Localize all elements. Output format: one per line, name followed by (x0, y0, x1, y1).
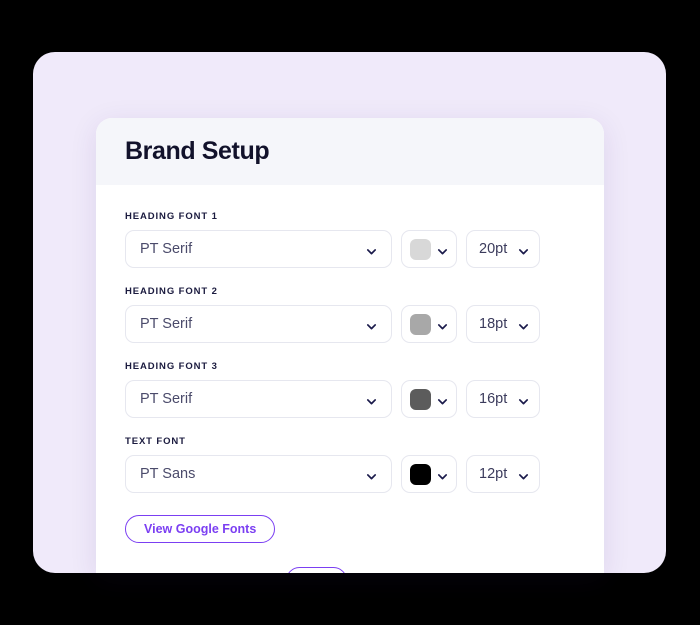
chevron-down-icon (518, 319, 529, 330)
font-family-value: PT Serif (140, 391, 193, 407)
font-size-select-heading-font-1[interactable]: 20pt (466, 230, 540, 268)
chevron-down-icon (437, 319, 448, 330)
field-group-heading-font-3: HEADING FONT 3 PT Serif 16pt (125, 361, 575, 418)
color-swatch (410, 463, 431, 485)
font-size-value: 12pt (479, 466, 508, 482)
field-group-text-font: TEXT FONT PT Sans 12pt (125, 436, 575, 493)
color-swatch (410, 313, 431, 335)
card-header: Brand Setup (96, 118, 604, 185)
font-family-select-heading-font-2[interactable]: PT Serif (125, 305, 392, 343)
brand-setup-card: Brand Setup HEADING FONT 1 PT Serif 20pt… (96, 118, 604, 573)
chevron-down-icon (437, 469, 448, 480)
color-swatch (410, 388, 431, 410)
font-color-select-text-font[interactable] (401, 455, 457, 493)
color-swatch (410, 238, 431, 260)
font-size-select-heading-font-2[interactable]: 18pt (466, 305, 540, 343)
field-group-heading-font-2: HEADING FONT 2 PT Serif 18pt (125, 286, 575, 343)
font-size-select-heading-font-3[interactable]: 16pt (466, 380, 540, 418)
font-family-select-text-font[interactable]: PT Sans (125, 455, 392, 493)
chevron-down-icon (518, 469, 529, 480)
font-size-value: 20pt (479, 241, 508, 257)
font-size-value: 18pt (479, 316, 508, 332)
field-row: PT Serif 18pt (125, 305, 575, 343)
chevron-down-icon (366, 394, 377, 405)
font-family-value: PT Serif (140, 316, 193, 332)
field-label: TEXT FONT (125, 436, 186, 447)
font-color-select-heading-font-2[interactable] (401, 305, 457, 343)
chevron-down-icon (366, 244, 377, 255)
chevron-down-icon (366, 469, 377, 480)
field-label: HEADING FONT 3 (125, 361, 218, 372)
font-color-select-heading-font-3[interactable] (401, 380, 457, 418)
field-row: PT Serif 16pt (125, 380, 575, 418)
field-row: PT Sans 12pt (125, 455, 575, 493)
chevron-down-icon (518, 394, 529, 405)
field-group-heading-font-1: HEADING FONT 1 PT Serif 20pt (125, 211, 575, 268)
font-family-value: PT Sans (140, 466, 196, 482)
font-size-select-text-font[interactable]: 12pt (466, 455, 540, 493)
font-family-value: PT Serif (140, 241, 193, 257)
chevron-down-icon (518, 244, 529, 255)
field-label: HEADING FONT 2 (125, 286, 218, 297)
font-size-value: 16pt (479, 391, 508, 407)
font-color-select-heading-font-1[interactable] (401, 230, 457, 268)
font-family-select-heading-font-3[interactable]: PT Serif (125, 380, 392, 418)
field-label: HEADING FONT 1 (125, 211, 218, 222)
add-custom-css-button[interactable]: Add (286, 567, 347, 573)
chevron-down-icon (366, 319, 377, 330)
chevron-down-icon (437, 244, 448, 255)
field-row: PT Serif 20pt (125, 230, 575, 268)
custom-bootstrap-css-row: CUSTOM BOOTSTRAP CSS Add (125, 567, 575, 573)
chevron-down-icon (437, 394, 448, 405)
page-title: Brand Setup (125, 137, 270, 165)
card-body: HEADING FONT 1 PT Serif 20pt HEADING FON… (96, 185, 604, 573)
view-google-fonts-button[interactable]: View Google Fonts (125, 515, 276, 543)
font-family-select-heading-font-1[interactable]: PT Serif (125, 230, 392, 268)
